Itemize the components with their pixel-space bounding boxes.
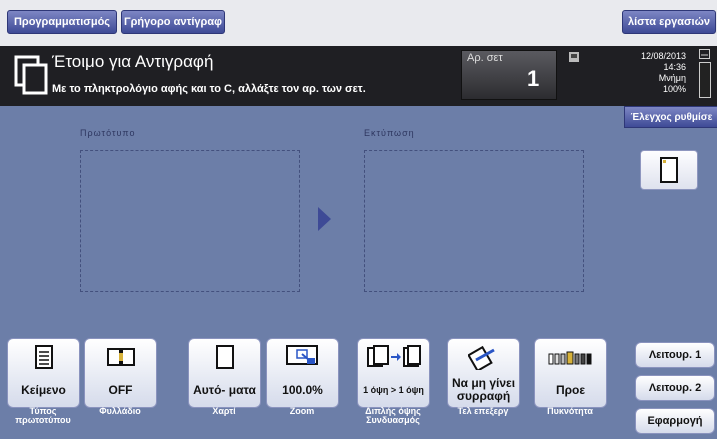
zoom-button[interactable]: 100.0% bbox=[266, 338, 339, 408]
programs-tab[interactable]: Προγραμματισμός bbox=[7, 10, 117, 34]
paper-value: Αυτό- ματα bbox=[193, 382, 256, 397]
finishing-caption: Τελ επεξεργ bbox=[457, 406, 509, 416]
density-button[interactable]: Προε bbox=[534, 338, 607, 408]
output-label: Εκτύπωση bbox=[364, 128, 415, 138]
printer-status-icon bbox=[569, 52, 579, 62]
original-type-value: Κείμενο bbox=[21, 382, 66, 397]
function-1-tab[interactable]: Λειτουρ. 1 bbox=[635, 342, 715, 368]
function-2-tab[interactable]: Λειτουρ. 2 bbox=[635, 375, 715, 401]
duplex-combine-button[interactable]: 1 όψη > 1 όψη bbox=[357, 338, 430, 408]
inbox-icon bbox=[699, 49, 710, 59]
zoom-icon bbox=[285, 345, 318, 365]
duplex-icon bbox=[366, 345, 421, 367]
finishing-button[interactable]: Να μη γίνει συρραφή bbox=[447, 338, 520, 408]
stapler-icon bbox=[467, 345, 495, 370]
zoom-value: 100.0% bbox=[282, 382, 323, 397]
booklet-value: OFF bbox=[108, 382, 133, 397]
copy-document-icon bbox=[14, 55, 48, 95]
original-type-button[interactable]: Κείμενο bbox=[7, 338, 80, 408]
memory-gauge bbox=[699, 62, 711, 98]
paper-caption: Χαρτί bbox=[212, 406, 236, 416]
density-value: Προε bbox=[555, 382, 586, 397]
date-text: 12/08/2013 bbox=[640, 51, 686, 61]
zoom-caption: Zoom bbox=[289, 406, 315, 416]
status-message: Με το πληκτρολόγιο αφής και το C, αλλάξτ… bbox=[52, 83, 366, 95]
check-settings-button[interactable]: Έλεγχος ρυθμίσε bbox=[624, 106, 717, 128]
original-label: Πρωτότυπο bbox=[80, 128, 136, 138]
document-text-icon bbox=[34, 345, 53, 369]
booklet-button[interactable]: OFF bbox=[84, 338, 157, 408]
density-caption: Πυκνότητα bbox=[547, 406, 593, 416]
memory-label: Μνήμη bbox=[658, 73, 686, 83]
apply-button[interactable]: Εφαρμογή bbox=[635, 408, 715, 434]
sets-value: 1 bbox=[527, 66, 540, 91]
finishing-value: Να μη γίνει συρραφή bbox=[451, 376, 516, 403]
density-icon bbox=[548, 351, 591, 365]
original-preview bbox=[80, 150, 300, 292]
memory-value: 100% bbox=[662, 84, 686, 94]
paper-icon bbox=[215, 345, 234, 369]
paper-sheet-icon bbox=[660, 157, 678, 183]
duplex-caption: Διπλής όψης Συνδυασμός bbox=[365, 406, 421, 425]
sets-label: Αρ. σετ bbox=[467, 52, 503, 64]
paper-button[interactable]: Αυτό- ματα bbox=[188, 338, 261, 408]
quick-copy-tab[interactable]: Γρήγορο αντίγραφ bbox=[121, 10, 225, 34]
duplex-value: 1 όψη > 1 όψη bbox=[363, 384, 424, 395]
datetime-info: 12/08/2013 14:36 Μνήμη 100% bbox=[618, 51, 686, 95]
job-list-button[interactable]: λίστα εργασιών bbox=[622, 10, 716, 34]
booklet-icon bbox=[106, 348, 135, 366]
time-text: 14:36 bbox=[663, 62, 686, 72]
output-preview bbox=[364, 150, 584, 292]
paper-preview-button[interactable] bbox=[640, 150, 698, 190]
status-title: Έτοιμο για Αντιγραφή bbox=[52, 52, 214, 71]
arrow-right-icon bbox=[318, 207, 331, 231]
original-type-caption: Τύπος πρωτοτύπου bbox=[15, 406, 71, 425]
booklet-caption: Φυλλάδιο bbox=[99, 406, 141, 416]
